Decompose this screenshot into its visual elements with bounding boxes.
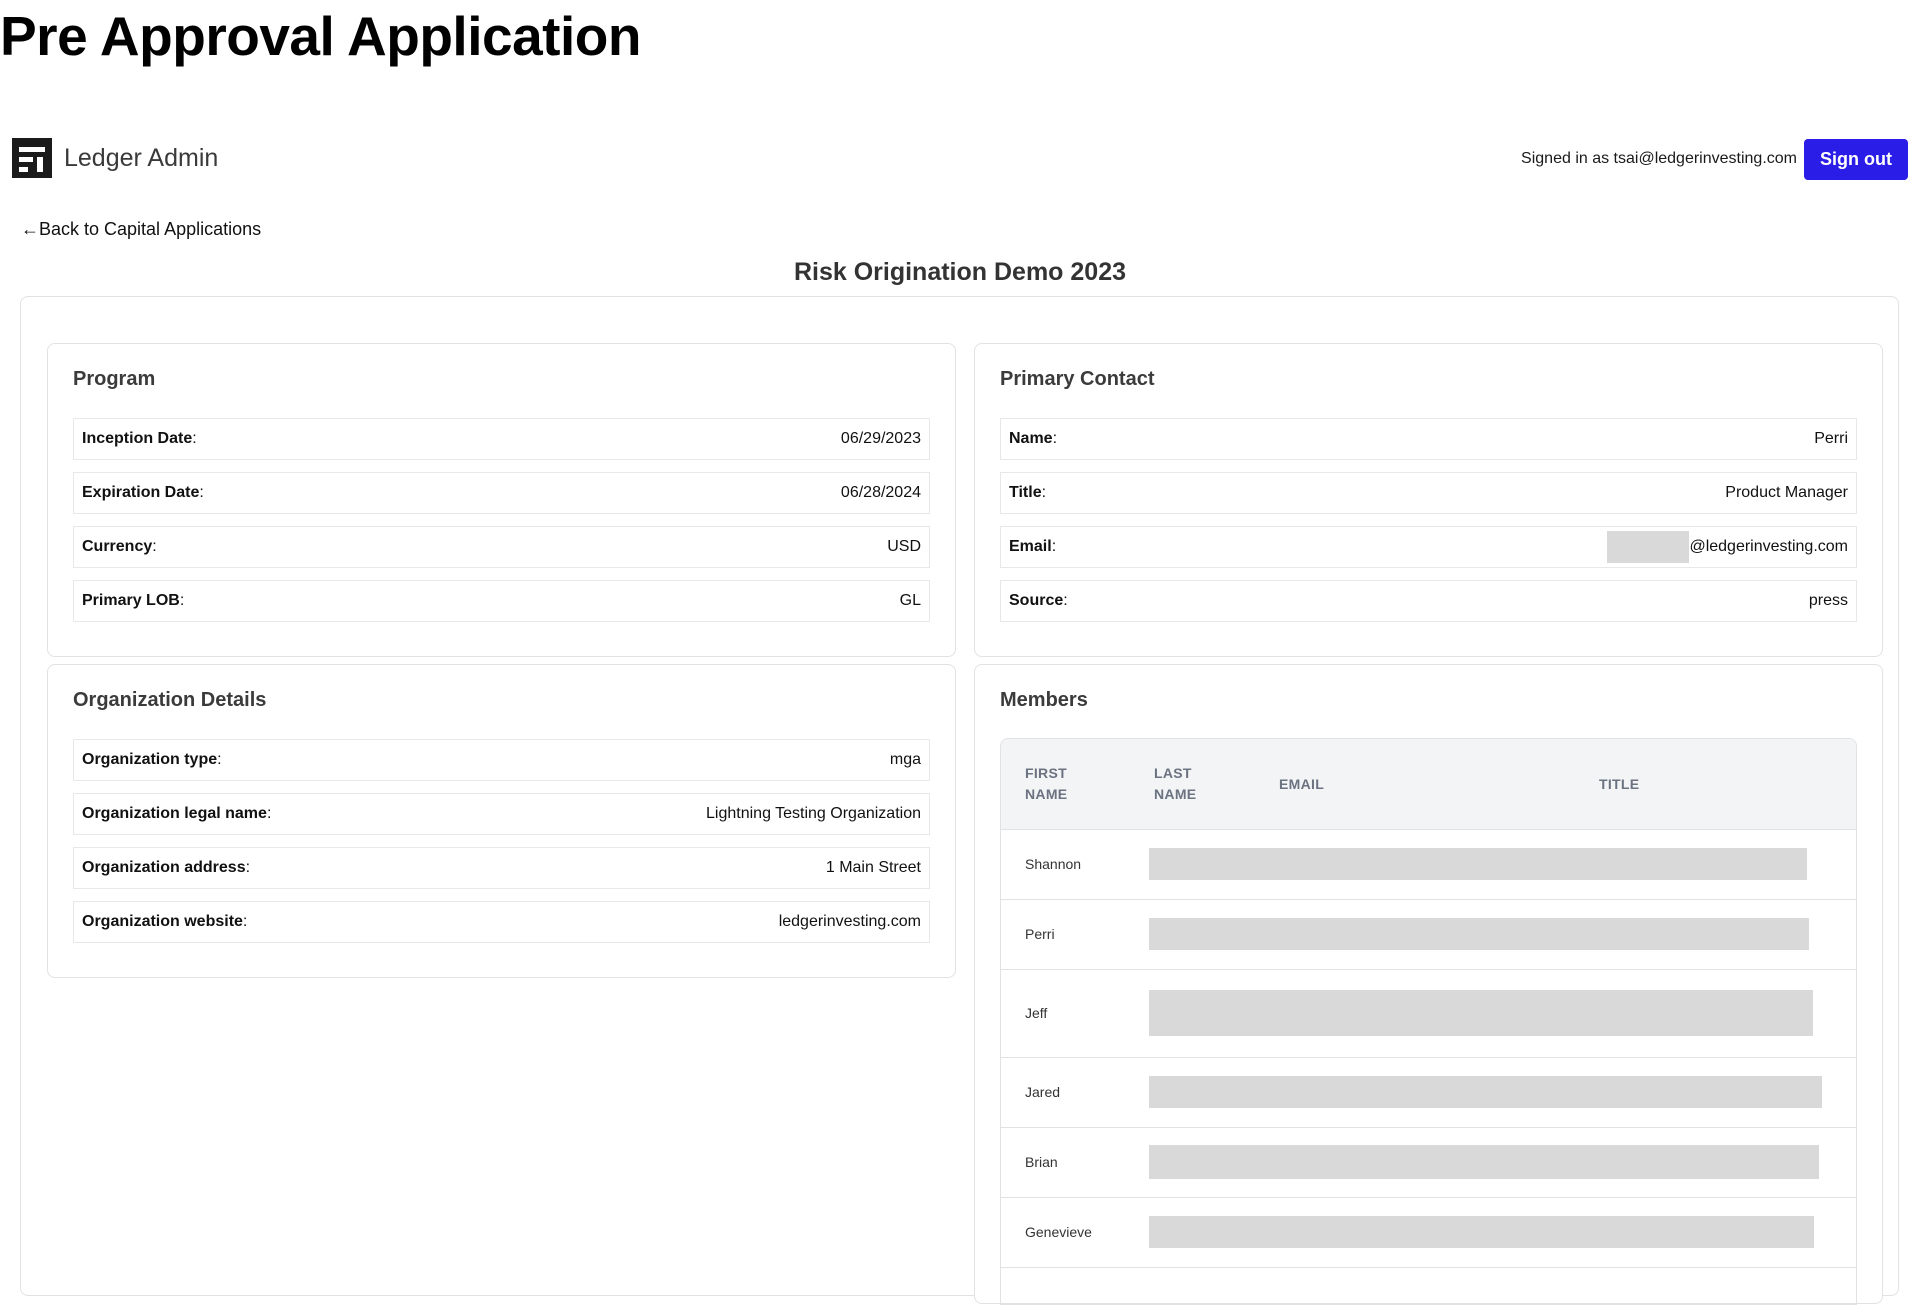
sign-out-button[interactable]: Sign out [1804,139,1908,180]
field-value: ledgerinvesting.com [778,913,921,930]
organization-details-heading: Organization Details [73,689,267,711]
primary-contact-card: Primary Contact Name: Perri Title: Produ… [974,343,1883,657]
field-label: Title: [1009,484,1047,501]
table-row: Genevieve [1001,1197,1856,1268]
redacted-block [1149,918,1809,950]
primary-contact-heading: Primary Contact [1000,368,1155,390]
kv-row-expiration-date: Expiration Date: 06/28/2024 [73,472,930,514]
document-title: Pre Approval Application [0,5,641,67]
column-header-email[interactable]: EMAIL [1279,774,1324,795]
redacted-block [1149,1145,1819,1179]
table-header: FIRST NAME LAST NAME EMAIL TITLE [1001,739,1856,830]
kv-row-contact-email: Email: @ledgerinvesting.com [1000,526,1857,568]
field-label: Organization address: [82,859,251,876]
kv-row-contact-name: Name: Perri [1000,418,1857,460]
field-value: mga [889,751,921,768]
column-header-first-name[interactable]: FIRST NAME [1025,763,1067,805]
kv-row-organization-address: Organization address: 1 Main Street [73,847,930,889]
members-table: FIRST NAME LAST NAME EMAIL TITLE Shannon P… [1000,738,1857,1305]
field-value: 06/28/2024 [840,484,921,501]
field-value: Lightning Testing Organization [706,805,921,822]
kv-row-contact-source: Source: press [1000,580,1857,622]
email-domain: @ledgerinvesting.com [1689,538,1848,555]
field-value: @ledgerinvesting.com [1607,531,1848,563]
table-row: Brian [1001,1127,1856,1198]
column-header-title[interactable]: TITLE [1599,774,1639,795]
redacted-block [1149,1216,1814,1248]
members-heading: Members [1000,689,1088,711]
field-label: Organization website: [82,913,248,930]
field-value: GL [899,592,921,609]
field-label: Source: [1009,592,1068,609]
member-first-name: Genevieve [1025,1224,1092,1240]
table-row: Shannon [1001,829,1856,900]
ledger-logo-icon[interactable] [12,138,52,178]
back-to-applications-link[interactable]: ←Back to Capital Applications [21,219,261,240]
program-heading: Program [73,368,156,390]
table-row: Perri [1001,899,1856,970]
page-title: Risk Origination Demo 2023 [793,258,1127,286]
application-details-panel: Program Inception Date: 06/29/2023 Expir… [20,296,1899,1305]
redacted-block [1149,848,1807,880]
kv-row-organization-legal-name: Organization legal name: Lightning Testi… [73,793,930,835]
redacted-block [1607,531,1690,563]
brand-name: Ledger Admin [64,144,219,172]
field-label: Name: [1009,430,1058,447]
program-card: Program Inception Date: 06/29/2023 Expir… [47,343,956,657]
field-value: press [1808,592,1848,609]
field-value: 06/29/2023 [840,430,921,447]
field-label: Primary LOB: [82,592,185,609]
kv-row-organization-type: Organization type: mga [73,739,930,781]
field-label: Organization legal name: [82,805,272,822]
field-label: Currency: [82,538,157,555]
signed-in-status: Signed in as tsai@ledgerinvesting.com [1521,150,1797,167]
field-value: 1 Main Street [825,859,921,876]
member-first-name: Perri [1025,926,1055,942]
member-first-name: Shannon [1025,856,1082,872]
field-value: USD [887,538,921,555]
kv-row-currency: Currency: USD [73,526,930,568]
field-label: Inception Date: [82,430,197,447]
member-first-name: Jeff [1025,1005,1048,1021]
field-label: Organization type: [82,751,222,768]
kv-row-organization-website: Organization website: ledgerinvesting.co… [73,901,930,943]
members-card: Members FIRST NAME LAST NAME EMAIL TITLE S… [974,664,1883,1305]
kv-row-inception-date: Inception Date: 06/29/2023 [73,418,930,460]
kv-row-primary-lob: Primary LOB: GL [73,580,930,622]
organization-details-card: Organization Details Organization type: … [47,664,956,978]
column-header-last-name[interactable]: LAST NAME [1154,763,1196,805]
field-value: Perri [1814,430,1848,447]
field-label: Email: [1009,538,1057,555]
field-value: Product Manager [1725,484,1848,501]
member-first-name: Brian [1025,1154,1058,1170]
table-row: Jared [1001,1057,1856,1128]
redacted-block [1149,990,1813,1036]
table-row: Jeff [1001,969,1856,1058]
redacted-block [1149,1076,1822,1108]
member-first-name: Jared [1025,1084,1061,1100]
field-label: Expiration Date: [82,484,204,501]
kv-row-contact-title: Title: Product Manager [1000,472,1857,514]
